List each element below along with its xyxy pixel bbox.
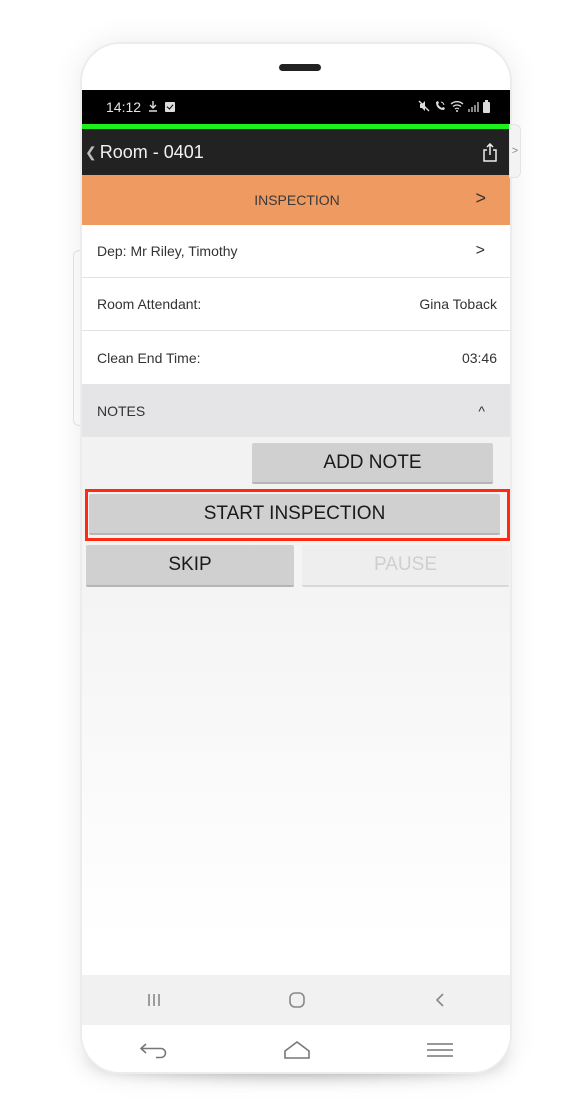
phone-frame: 14:12 ❮ Room - 0401 INSPECTION > Dep: Mr… bbox=[80, 42, 512, 1074]
system-nav-bar bbox=[82, 975, 510, 1025]
back-chevron-icon: ❮ bbox=[85, 143, 97, 160]
content-area: ADD NOTE START INSPECTION SKIP PAUSE bbox=[82, 437, 510, 974]
home-icon[interactable] bbox=[277, 985, 317, 1015]
pause-button[interactable]: PAUSE bbox=[302, 545, 509, 587]
download-icon bbox=[148, 99, 158, 115]
home-outline-icon[interactable] bbox=[277, 1035, 317, 1065]
status-bar: 14:12 bbox=[82, 90, 510, 124]
room-attendant-row: Room Attendant: Gina Toback bbox=[82, 278, 510, 331]
battery-icon bbox=[483, 99, 490, 113]
chevron-up-icon: ^ bbox=[478, 402, 485, 419]
departure-row[interactable]: Dep: Mr Riley, Timothy > bbox=[82, 225, 510, 278]
wifi-call-icon bbox=[434, 100, 446, 115]
clean-end-time-row: Clean End Time: 03:46 bbox=[82, 331, 510, 384]
inspection-arrow-icon: > bbox=[475, 188, 486, 208]
add-note-button[interactable]: ADD NOTE bbox=[252, 443, 493, 484]
app-bottom-nav bbox=[82, 1025, 510, 1072]
screen: 14:12 ❮ Room - 0401 INSPECTION > Dep: Mr… bbox=[82, 90, 510, 980]
notes-section-header[interactable]: NOTES ^ bbox=[82, 384, 510, 437]
status-time: 14:12 bbox=[106, 99, 142, 115]
share-icon[interactable] bbox=[482, 143, 498, 162]
start-inspection-button[interactable]: START INSPECTION bbox=[89, 494, 500, 535]
skip-button[interactable]: SKIP bbox=[86, 545, 294, 587]
back-icon[interactable] bbox=[420, 985, 460, 1015]
departure-label: Dep: Mr Riley, Timothy bbox=[97, 243, 238, 259]
side-tab-chevron-icon: > bbox=[511, 145, 519, 157]
chevron-right-icon: > bbox=[475, 242, 485, 259]
back-button[interactable]: ❮ Room - 0401 bbox=[85, 142, 204, 163]
notes-label: NOTES bbox=[97, 402, 146, 419]
right-side-tab[interactable]: > bbox=[509, 124, 521, 178]
clean-end-time-label: Clean End Time: bbox=[97, 349, 201, 366]
checkbox-notification-icon bbox=[165, 102, 176, 112]
room-attendant-label: Room Attendant: bbox=[97, 296, 202, 312]
mute-icon bbox=[418, 100, 430, 115]
menu-icon[interactable] bbox=[420, 1035, 460, 1065]
wifi-icon bbox=[450, 100, 464, 115]
nav-bar: ❮ Room - 0401 bbox=[82, 129, 510, 175]
speaker-grille bbox=[279, 64, 321, 71]
return-icon[interactable] bbox=[134, 1035, 174, 1065]
clean-end-time-value: 03:46 bbox=[461, 349, 497, 366]
recent-apps-icon[interactable] bbox=[134, 985, 174, 1015]
room-title: Room - 0401 bbox=[99, 141, 204, 162]
inspection-header[interactable]: INSPECTION > bbox=[82, 175, 510, 225]
room-attendant-value: Gina Toback bbox=[419, 296, 497, 312]
signal-icon bbox=[468, 102, 479, 112]
inspection-label: INSPECTION bbox=[254, 192, 340, 208]
